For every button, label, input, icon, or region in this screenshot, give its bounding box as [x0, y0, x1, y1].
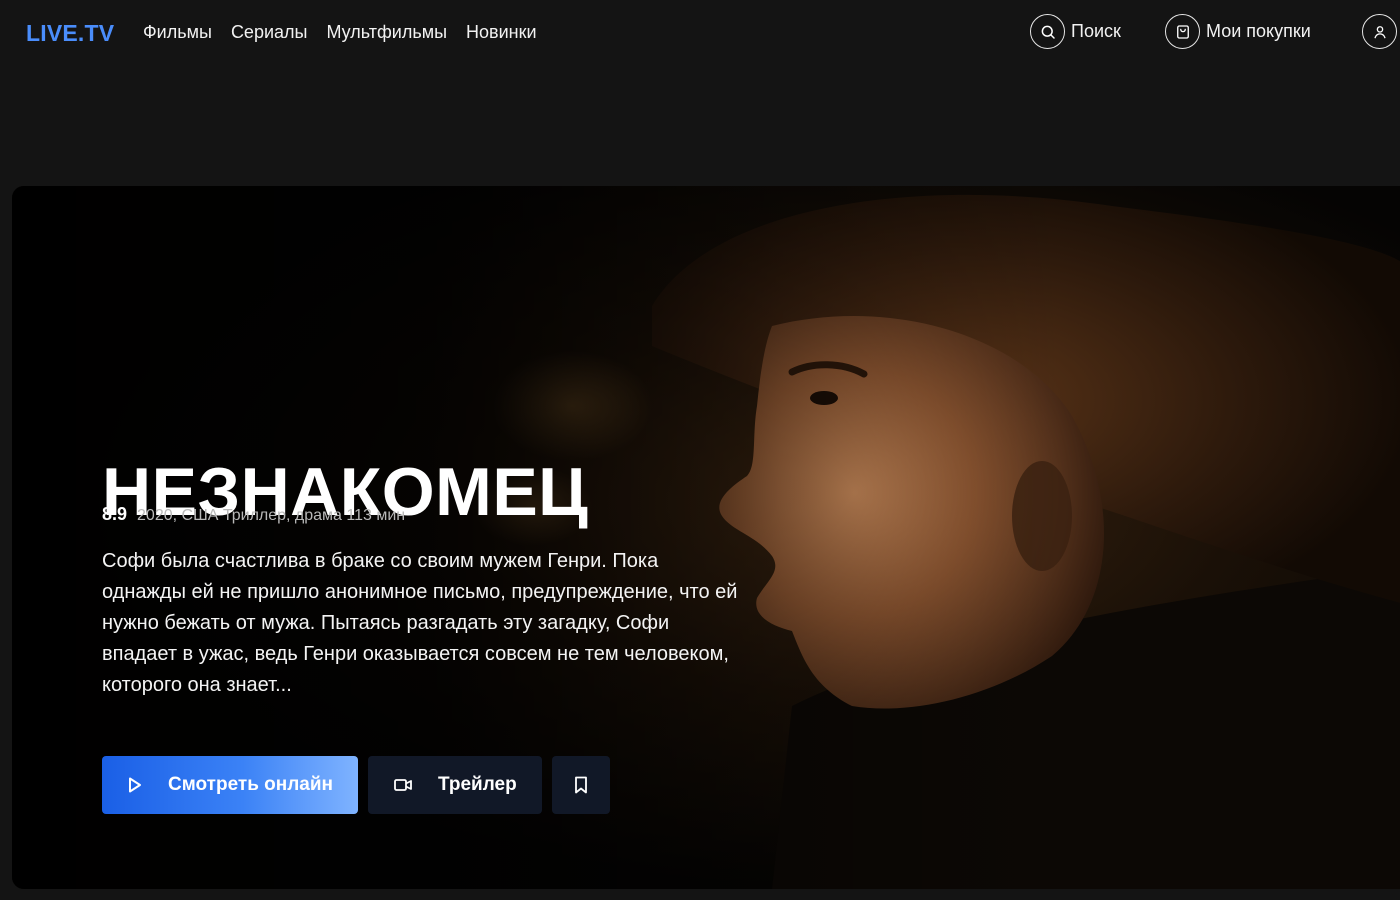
watch-online-label: Смотреть онлайн — [168, 774, 334, 795]
trailer-button[interactable]: Трейлер — [368, 756, 542, 814]
nav-item-cartoons[interactable]: Мультфильмы — [326, 22, 447, 43]
search-label: Поиск — [1071, 21, 1121, 41]
shopping-bag-icon — [1165, 14, 1200, 49]
featured-movie-banner: НЕЗНАКОМЕЦ 8.9 2020, США Триллер, драма … — [12, 186, 1400, 889]
top-navigation: LIVE.TV Фильмы Сериалы Мультфильмы Новин… — [0, 0, 1400, 68]
profile-button[interactable] — [1362, 14, 1397, 49]
play-icon — [129, 777, 141, 793]
bookmark-icon — [575, 776, 587, 794]
my-purchases-label: Мои покупки — [1206, 21, 1311, 41]
nav-item-series[interactable]: Сериалы — [231, 22, 308, 43]
hero-actions: Смотреть онлайн Трейлер — [102, 756, 610, 814]
search-icon — [1030, 14, 1065, 49]
user-icon — [1362, 14, 1397, 49]
movie-meta: 8.9 2020, США Триллер, драма 113 мин — [102, 504, 405, 525]
movie-info: 2020, США Триллер, драма 113 мин — [137, 507, 406, 524]
my-purchases-button[interactable]: Мои покупки — [1165, 14, 1311, 49]
hero-content: НЕЗНАКОМЕЦ 8.9 2020, США Триллер, драма … — [102, 186, 782, 889]
trailer-label: Трейлер — [438, 774, 517, 795]
bookmark-button[interactable] — [552, 756, 610, 814]
movie-rating: 8.9 — [102, 504, 128, 524]
main-nav: Фильмы Сериалы Мультфильмы Новинки — [143, 22, 537, 43]
search-button[interactable]: Поиск — [1030, 14, 1121, 49]
video-camera-icon — [394, 779, 412, 791]
movie-description: Софи была счастлива в браке со своим муж… — [102, 550, 738, 696]
site-logo[interactable]: LIVE.TV — [26, 20, 114, 47]
nav-item-movies[interactable]: Фильмы — [143, 22, 212, 43]
nav-item-new[interactable]: Новинки — [466, 22, 537, 43]
watch-online-button[interactable]: Смотреть онлайн — [102, 756, 358, 814]
